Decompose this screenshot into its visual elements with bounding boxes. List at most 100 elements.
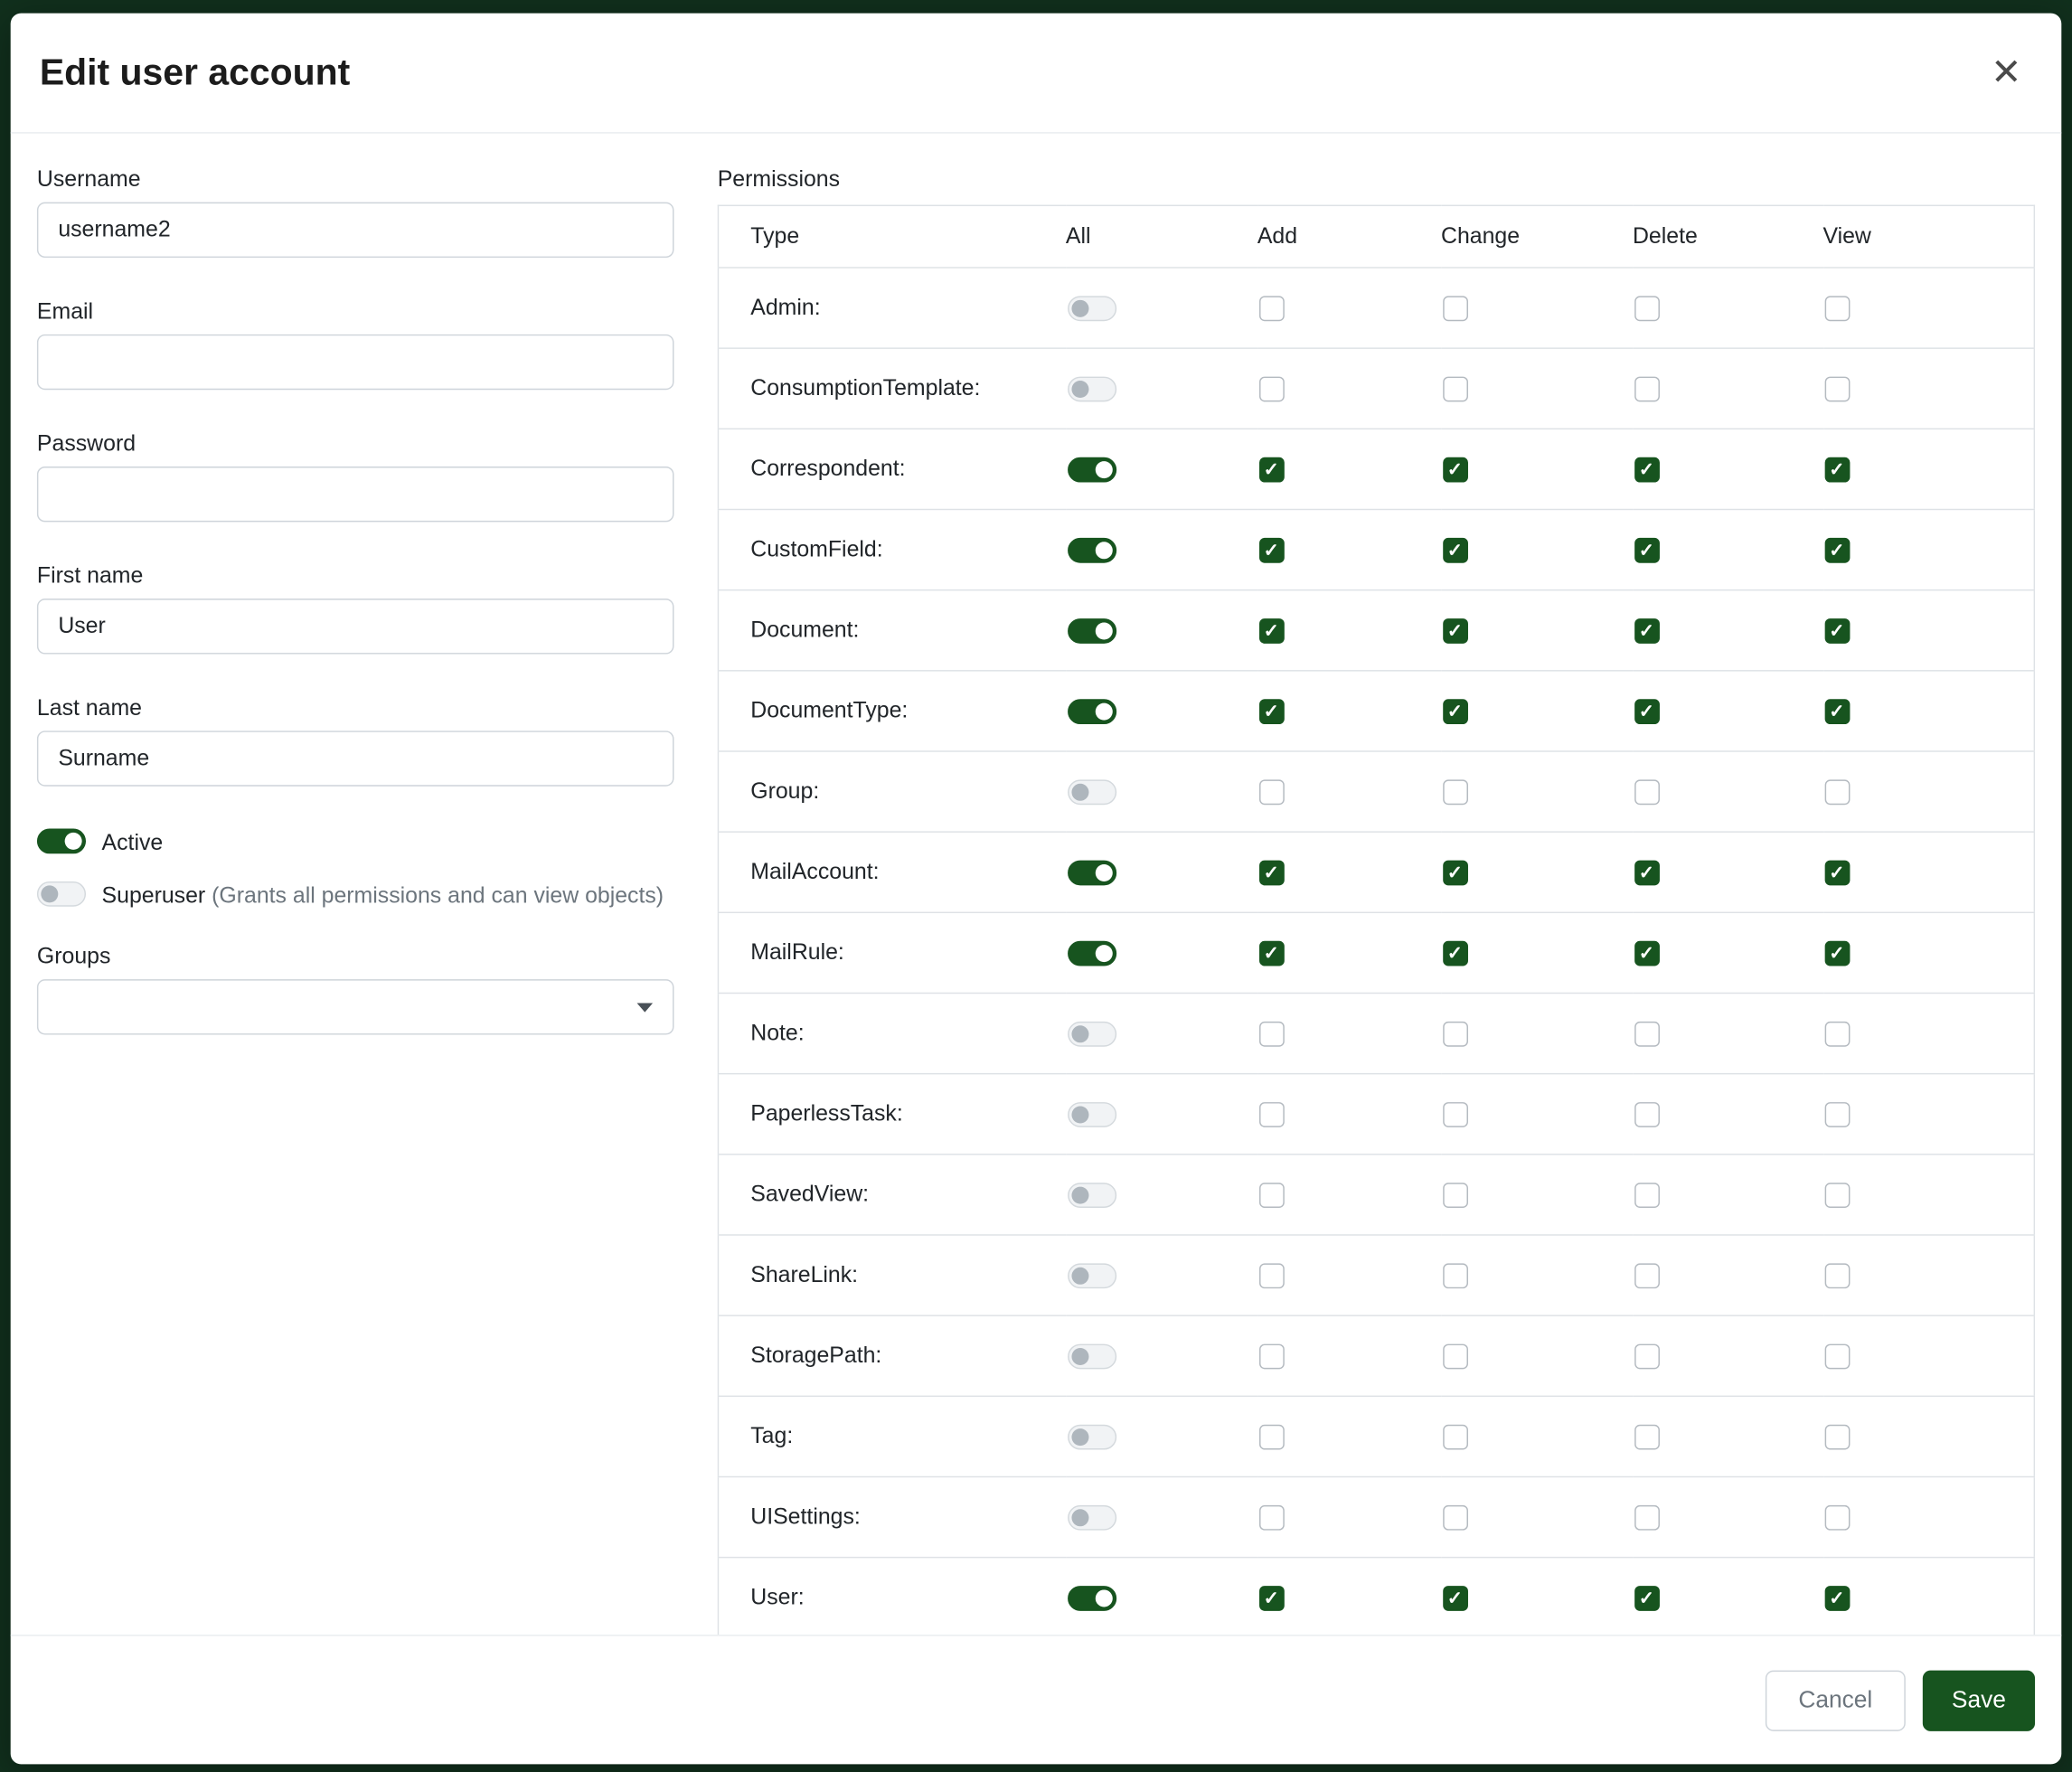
permission-change-checkbox[interactable]: ✓: [1442, 1586, 1467, 1611]
permission-all-toggle[interactable]: [1067, 779, 1116, 805]
permission-add-checkbox[interactable]: [1258, 1102, 1284, 1127]
permission-all-toggle[interactable]: [1067, 1505, 1116, 1531]
permission-view-checkbox[interactable]: ✓: [1824, 538, 1850, 563]
permission-all-toggle[interactable]: [1067, 1425, 1116, 1450]
permission-type-label: MailRule:: [718, 912, 1065, 993]
permission-view-checkbox[interactable]: [1824, 1344, 1850, 1370]
permission-change-checkbox[interactable]: [1442, 1263, 1467, 1288]
permission-add-checkbox[interactable]: [1258, 296, 1284, 321]
permission-delete-checkbox[interactable]: ✓: [1634, 618, 1659, 644]
username-input[interactable]: [37, 203, 674, 258]
permission-delete-checkbox[interactable]: ✓: [1634, 538, 1659, 563]
permission-add-checkbox[interactable]: [1258, 1505, 1284, 1531]
permission-add-checkbox[interactable]: [1258, 377, 1284, 402]
permission-add-checkbox[interactable]: [1258, 1263, 1284, 1288]
permission-all-toggle[interactable]: [1067, 1183, 1116, 1208]
active-toggle[interactable]: [37, 829, 86, 854]
permission-delete-checkbox[interactable]: [1634, 377, 1659, 402]
permission-delete-checkbox[interactable]: [1634, 1263, 1659, 1288]
permission-delete-checkbox[interactable]: [1634, 1102, 1659, 1127]
permission-view-checkbox[interactable]: [1824, 296, 1850, 321]
permission-all-toggle[interactable]: [1067, 296, 1116, 321]
permission-change-checkbox[interactable]: ✓: [1442, 618, 1467, 644]
permission-add-checkbox[interactable]: ✓: [1258, 1586, 1284, 1611]
permission-view-checkbox[interactable]: ✓: [1824, 699, 1850, 724]
permission-view-checkbox[interactable]: ✓: [1824, 457, 1850, 483]
permission-delete-checkbox[interactable]: ✓: [1634, 457, 1659, 483]
permission-delete-checkbox[interactable]: [1634, 1183, 1659, 1208]
permission-all-toggle[interactable]: [1067, 457, 1116, 483]
permission-add-checkbox[interactable]: ✓: [1258, 861, 1284, 886]
permission-add-checkbox[interactable]: [1258, 1183, 1284, 1208]
permission-delete-checkbox[interactable]: ✓: [1634, 861, 1659, 886]
permission-change-checkbox[interactable]: [1442, 1425, 1467, 1450]
permission-view-checkbox[interactable]: [1824, 1425, 1850, 1450]
permission-view-checkbox[interactable]: [1824, 377, 1850, 402]
permission-add-checkbox[interactable]: [1258, 1344, 1284, 1370]
cancel-button[interactable]: Cancel: [1766, 1670, 1906, 1730]
permission-change-checkbox[interactable]: ✓: [1442, 538, 1467, 563]
permission-change-checkbox[interactable]: [1442, 1344, 1467, 1370]
permission-view-checkbox[interactable]: [1824, 1102, 1850, 1127]
permission-delete-checkbox[interactable]: [1634, 1344, 1659, 1370]
permission-add-checkbox[interactable]: [1258, 1425, 1284, 1450]
permission-delete-checkbox[interactable]: [1634, 296, 1659, 321]
permission-add-checkbox[interactable]: ✓: [1258, 538, 1284, 563]
groups-select[interactable]: [37, 979, 674, 1034]
close-icon[interactable]: ✕: [1980, 49, 2032, 97]
permission-delete-checkbox[interactable]: [1634, 1022, 1659, 1047]
permission-all-toggle[interactable]: [1067, 618, 1116, 644]
permission-change-checkbox[interactable]: [1442, 1022, 1467, 1047]
permission-change-checkbox[interactable]: ✓: [1442, 699, 1467, 724]
permission-view-checkbox[interactable]: [1824, 1183, 1850, 1208]
permission-add-checkbox[interactable]: ✓: [1258, 618, 1284, 644]
permission-all-toggle[interactable]: [1067, 1102, 1116, 1127]
permission-type-label: UISettings:: [718, 1476, 1065, 1557]
permission-view-checkbox[interactable]: ✓: [1824, 861, 1850, 886]
email-input[interactable]: [37, 335, 674, 390]
permission-all-toggle[interactable]: [1067, 699, 1116, 724]
permission-change-checkbox[interactable]: ✓: [1442, 457, 1467, 483]
last-name-input[interactable]: [37, 730, 674, 786]
save-button[interactable]: Save: [1923, 1670, 2035, 1730]
permission-add-checkbox[interactable]: ✓: [1258, 457, 1284, 483]
permission-view-checkbox[interactable]: ✓: [1824, 1586, 1850, 1611]
permission-all-toggle[interactable]: [1067, 1022, 1116, 1047]
permission-view-checkbox[interactable]: [1824, 1505, 1850, 1531]
permission-change-checkbox[interactable]: [1442, 1102, 1467, 1127]
permission-add-checkbox[interactable]: [1258, 779, 1284, 805]
permission-change-checkbox[interactable]: [1442, 296, 1467, 321]
permission-change-checkbox[interactable]: [1442, 377, 1467, 402]
permission-change-checkbox[interactable]: [1442, 779, 1467, 805]
permission-view-checkbox[interactable]: ✓: [1824, 941, 1850, 966]
permission-delete-checkbox[interactable]: [1634, 779, 1659, 805]
permission-all-toggle[interactable]: [1067, 1263, 1116, 1288]
permission-delete-checkbox[interactable]: [1634, 1425, 1659, 1450]
permission-view-checkbox[interactable]: ✓: [1824, 618, 1850, 644]
permission-delete-checkbox[interactable]: [1634, 1505, 1659, 1531]
permission-all-toggle[interactable]: [1067, 377, 1116, 402]
permission-all-toggle[interactable]: [1067, 1344, 1116, 1370]
permission-add-checkbox[interactable]: [1258, 1022, 1284, 1047]
permission-change-checkbox[interactable]: [1442, 1183, 1467, 1208]
superuser-toggle[interactable]: [37, 881, 86, 907]
permission-change-checkbox[interactable]: ✓: [1442, 941, 1467, 966]
groups-input[interactable]: [37, 979, 674, 1034]
permission-all-toggle[interactable]: [1067, 861, 1116, 886]
permission-delete-checkbox[interactable]: ✓: [1634, 699, 1659, 724]
first-name-input[interactable]: [37, 599, 674, 654]
permission-change-checkbox[interactable]: [1442, 1505, 1467, 1531]
permission-all-toggle[interactable]: [1067, 538, 1116, 563]
permission-change-checkbox[interactable]: ✓: [1442, 861, 1467, 886]
permission-all-toggle[interactable]: [1067, 1586, 1116, 1611]
permission-view-checkbox[interactable]: [1824, 1022, 1850, 1047]
permission-view-checkbox[interactable]: [1824, 1263, 1850, 1288]
permission-all-toggle[interactable]: [1067, 941, 1116, 966]
col-type: Type: [718, 205, 1065, 268]
permission-add-checkbox[interactable]: ✓: [1258, 941, 1284, 966]
permission-delete-checkbox[interactable]: ✓: [1634, 941, 1659, 966]
permission-add-checkbox[interactable]: ✓: [1258, 699, 1284, 724]
permission-view-checkbox[interactable]: [1824, 779, 1850, 805]
password-input[interactable]: [37, 467, 674, 522]
permission-delete-checkbox[interactable]: ✓: [1634, 1586, 1659, 1611]
